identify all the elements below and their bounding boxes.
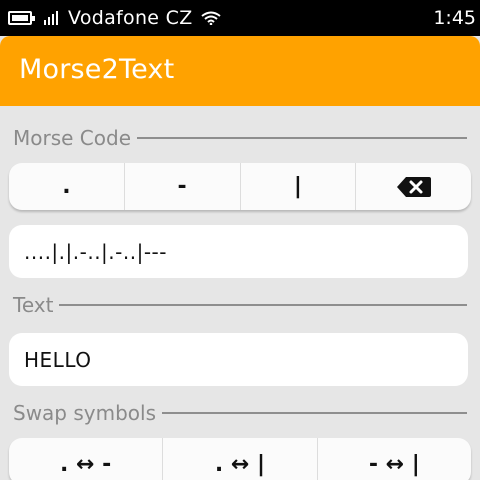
swap-dot-separator-label: . ↔ | (214, 452, 266, 477)
clock: 1:45 (433, 7, 476, 29)
app-title: Morse2Text (19, 54, 175, 85)
app-header: Morse2Text (0, 36, 480, 106)
swap-dot-dash-label: . ↔ - (60, 452, 112, 477)
morse-input[interactable]: ....|.|.-..|.-..|--- (9, 225, 468, 278)
dash-button-label: - (177, 174, 187, 199)
backspace-icon (396, 176, 431, 197)
morse-section-label: Morse Code (13, 126, 131, 150)
battery-icon (8, 11, 35, 25)
text-input-value: HELLO (24, 347, 92, 372)
morse-input-value: ....|.|.-..|.-..|--- (24, 239, 167, 264)
morse-section-header: Morse Code (13, 125, 467, 151)
separator-button-label: | (293, 174, 302, 199)
text-section-label: Text (13, 293, 54, 317)
swap-dot-dash-button[interactable]: . ↔ - (9, 438, 164, 480)
signal-icon (44, 11, 60, 25)
section-divider (162, 412, 467, 414)
morse-keypad: . - | (9, 163, 471, 210)
dot-button[interactable]: . (9, 163, 125, 210)
section-divider (59, 304, 467, 306)
swap-section-label: Swap symbols (13, 401, 157, 425)
dot-button-label: . (62, 174, 71, 199)
status-bar: Vodafone CZ 1:45 (0, 0, 480, 36)
text-section-header: Text (13, 292, 467, 318)
separator-button[interactable]: | (241, 163, 357, 210)
carrier-name: Vodafone CZ (68, 7, 193, 29)
dash-button[interactable]: - (125, 163, 241, 210)
backspace-button[interactable] (356, 163, 471, 210)
swap-dot-separator-button[interactable]: . ↔ | (163, 438, 318, 480)
swap-dash-separator-label: - ↔ | (368, 452, 420, 477)
wifi-icon (200, 11, 221, 25)
swap-dash-separator-button[interactable]: - ↔ | (318, 438, 471, 480)
swap-buttons: . ↔ - . ↔ | - ↔ | (9, 438, 471, 480)
text-input[interactable]: HELLO (9, 333, 468, 386)
status-left: Vodafone CZ (0, 7, 221, 29)
swap-section-header: Swap symbols (13, 400, 467, 426)
section-divider (137, 137, 467, 139)
